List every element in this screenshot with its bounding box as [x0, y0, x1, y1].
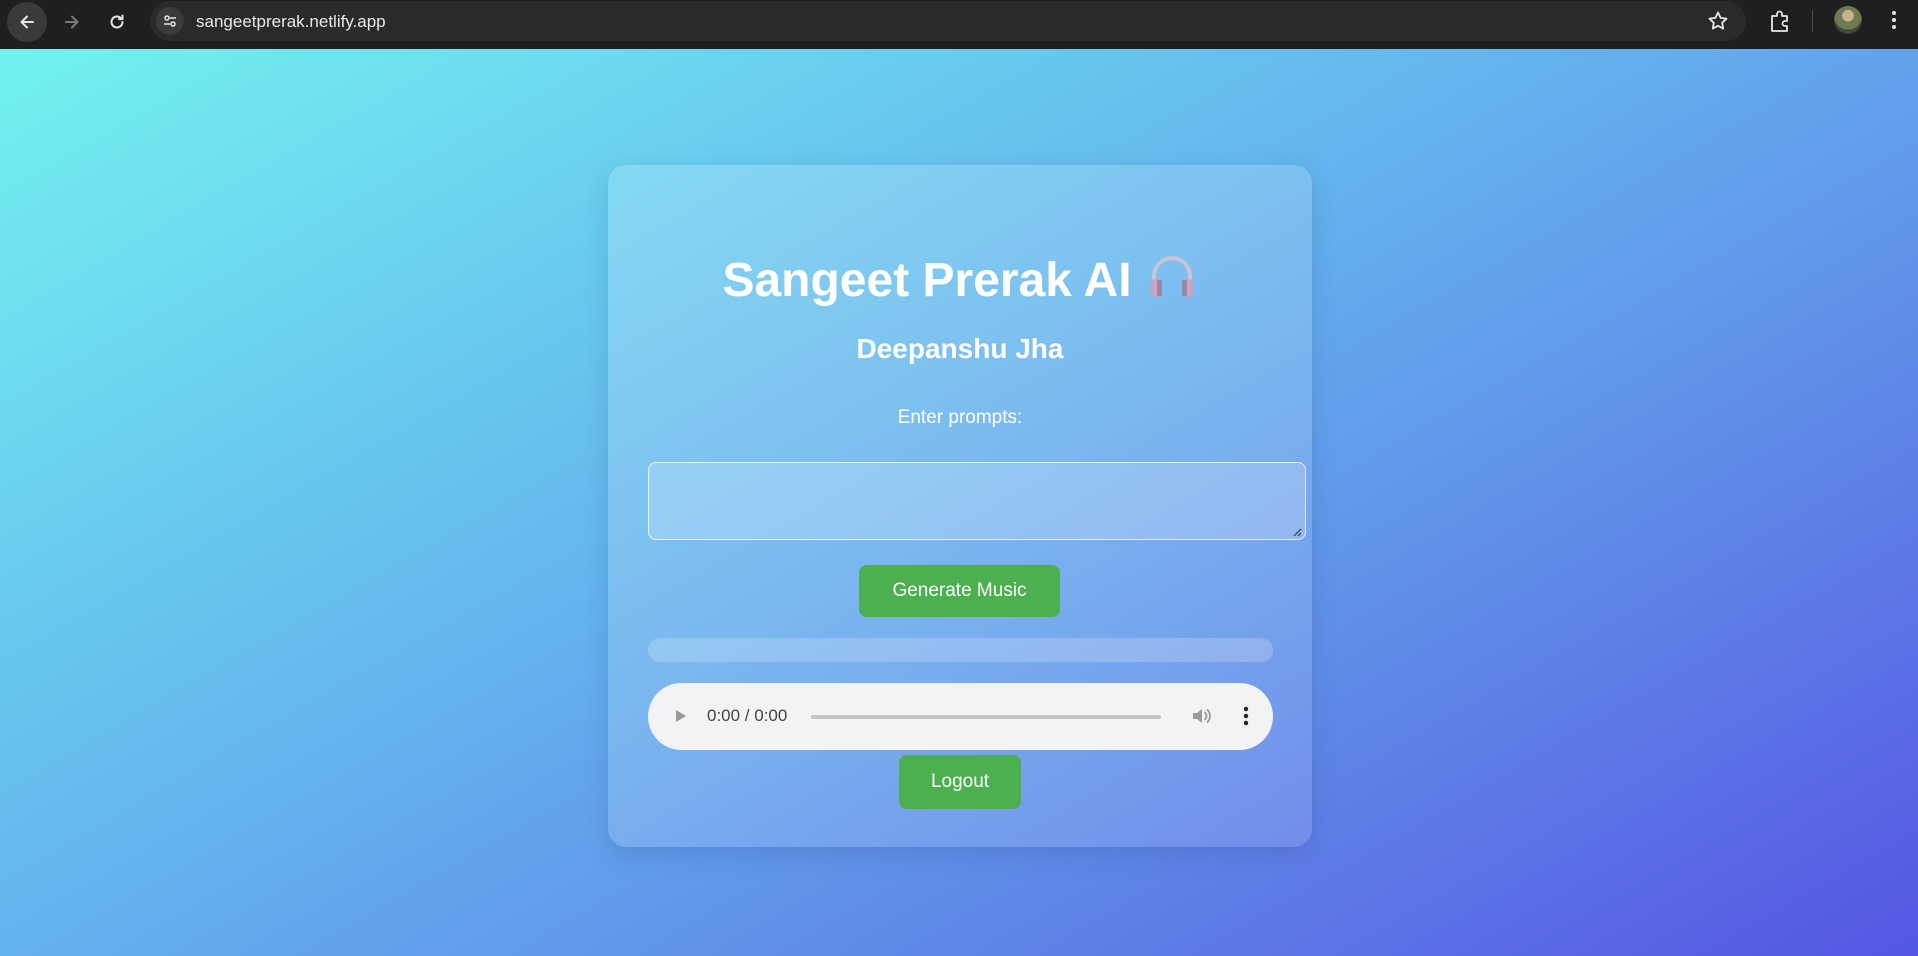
site-info-button[interactable] [156, 7, 184, 35]
logout-button[interactable]: Logout [899, 755, 1021, 809]
more-options-icon[interactable] [1238, 704, 1254, 728]
kebab-menu-icon[interactable] [1882, 8, 1906, 32]
star-icon[interactable] [1706, 9, 1730, 33]
forward-arrow-icon [65, 15, 79, 29]
extensions-icon[interactable] [1766, 7, 1794, 35]
title-text: Sangeet Prerak AI [722, 254, 1132, 307]
address-bar[interactable]: sangeetprerak.netlify.app [150, 1, 1746, 41]
profile-avatar[interactable] [1834, 6, 1862, 34]
page-background: Sangeet Prerak AI Deepanshu Jha Enter pr… [0, 49, 1918, 956]
headphones-icon [1150, 256, 1193, 297]
volume-icon[interactable] [1189, 704, 1213, 728]
browser-toolbar: sangeetprerak.netlify.app [0, 0, 1918, 49]
main-card: Sangeet Prerak AI Deepanshu Jha Enter pr… [608, 165, 1312, 847]
page-title: Sangeet Prerak AI [608, 250, 1312, 308]
audio-time: 0:00 / 0:00 [707, 706, 788, 725]
url-text[interactable]: sangeetprerak.netlify.app [196, 12, 386, 32]
audio-player[interactable]: 0:00 / 0:00 [648, 683, 1273, 750]
reload-button[interactable] [97, 2, 137, 42]
reload-icon [110, 14, 124, 29]
generate-music-button[interactable]: Generate Music [859, 565, 1060, 617]
prompt-label: Enter prompts: [897, 407, 1023, 428]
toolbar-divider [1812, 10, 1813, 32]
site-info-icon [164, 15, 176, 27]
back-button[interactable] [7, 2, 47, 42]
play-icon[interactable] [670, 706, 690, 726]
seek-bar[interactable] [811, 715, 1161, 719]
resize-grip-icon[interactable] [1292, 527, 1302, 537]
forward-button[interactable] [52, 2, 92, 42]
back-arrow-icon [20, 15, 34, 29]
user-name: Deepanshu Jha [856, 333, 1064, 364]
generation-progress-bar [648, 638, 1273, 662]
prompt-textarea[interactable] [648, 462, 1306, 540]
